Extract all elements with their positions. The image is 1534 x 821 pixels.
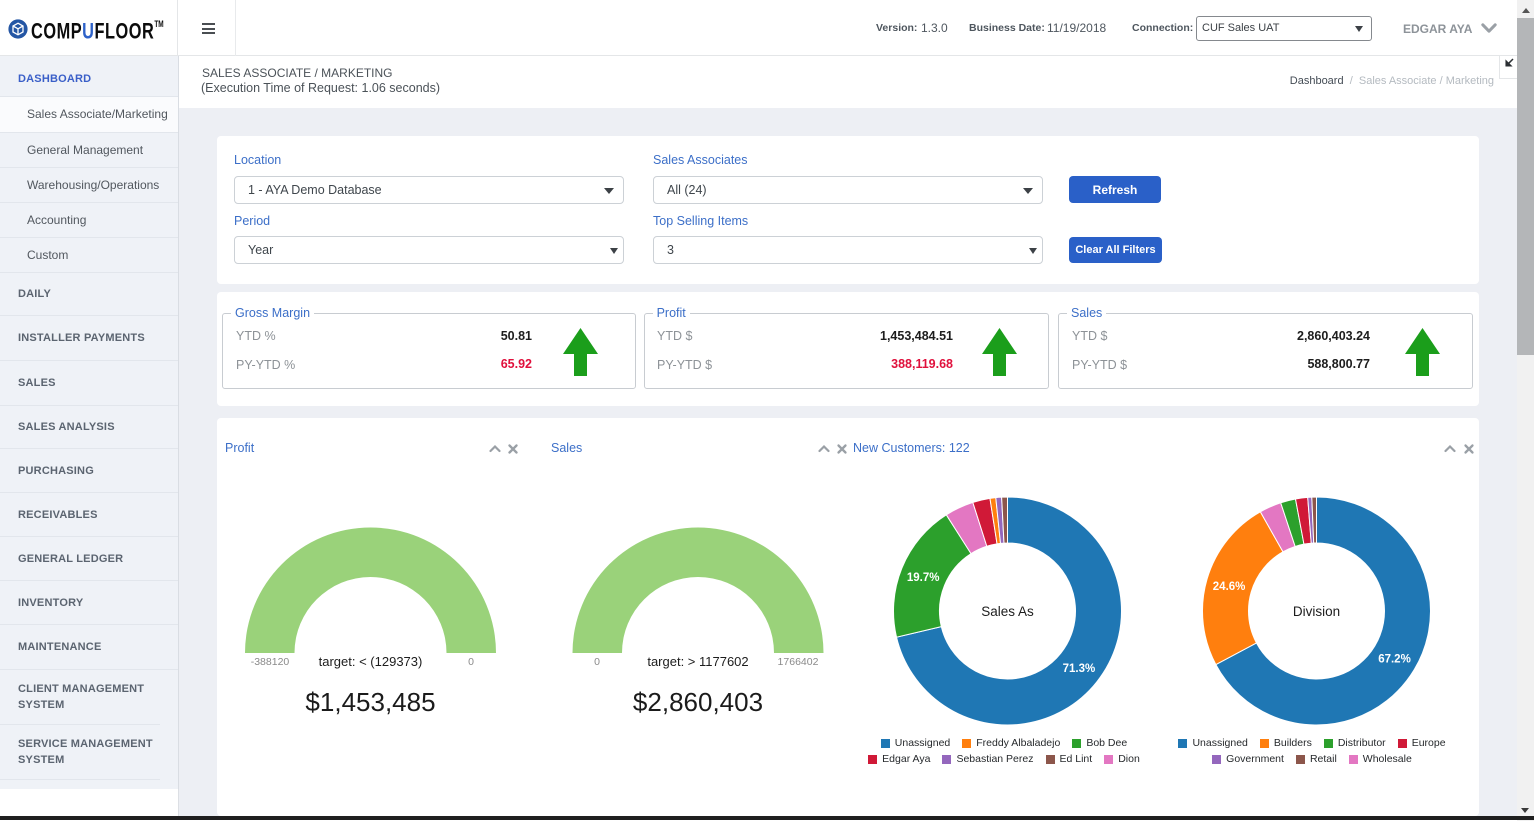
- svg-text:$1,453,485: $1,453,485: [305, 687, 435, 717]
- svg-text:Sales As: Sales As: [981, 604, 1034, 619]
- svg-text:-388120: -388120: [251, 656, 290, 668]
- svg-text:$2,860,403: $2,860,403: [633, 687, 763, 717]
- svg-text:1766402: 1766402: [778, 656, 819, 668]
- svg-text:Division: Division: [1293, 604, 1340, 619]
- svg-text:67.2%: 67.2%: [1378, 653, 1411, 665]
- svg-text:0: 0: [594, 656, 600, 668]
- svg-text:19.7%: 19.7%: [907, 572, 940, 584]
- svg-text:24.6%: 24.6%: [1213, 581, 1246, 593]
- svg-text:target: < (129373): target: < (129373): [319, 654, 423, 669]
- svg-text:0: 0: [468, 656, 474, 668]
- svg-text:71.3%: 71.3%: [1063, 663, 1096, 675]
- svg-text:target: > 1177602: target: > 1177602: [647, 654, 748, 669]
